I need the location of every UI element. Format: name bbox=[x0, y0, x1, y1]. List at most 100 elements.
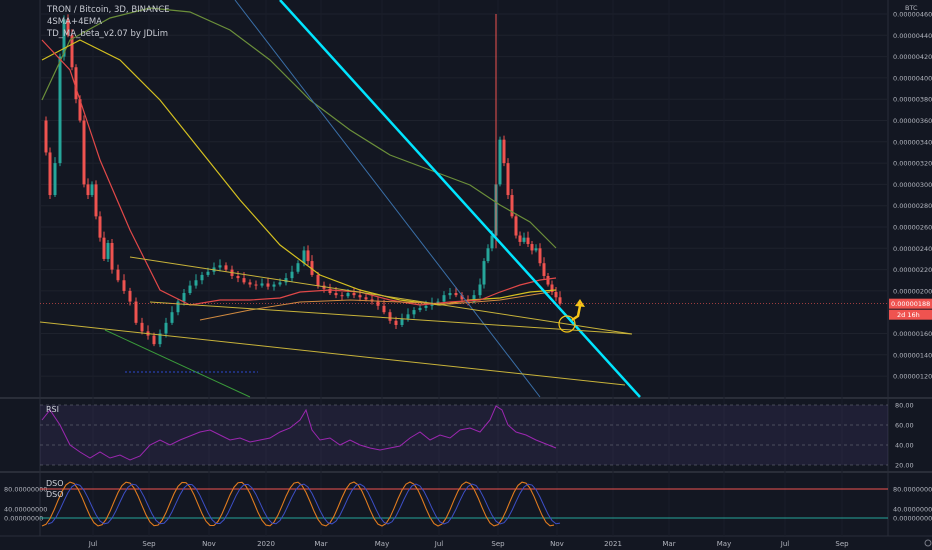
price-tick-label: 0.00000240 bbox=[893, 245, 932, 253]
candle-body bbox=[478, 284, 482, 296]
dso-left-level-label: 40.00000000 bbox=[4, 506, 47, 514]
candle-body bbox=[346, 293, 350, 297]
candle-body bbox=[538, 248, 542, 264]
candle-body bbox=[442, 295, 446, 302]
dso-right-level-label: 40.00000000 bbox=[893, 506, 932, 514]
candle-body bbox=[248, 282, 252, 285]
candle-body bbox=[448, 293, 452, 296]
candle-body bbox=[502, 139, 506, 164]
price-tick-label: 0.00000140 bbox=[893, 351, 932, 359]
candle-body bbox=[242, 278, 246, 283]
support-line-green bbox=[104, 329, 251, 398]
candle-body bbox=[260, 283, 264, 286]
candle-body bbox=[116, 269, 120, 281]
rsi-level-label: 60.00 bbox=[895, 422, 914, 430]
candle-body bbox=[94, 184, 98, 217]
rsi-level-label: 80.00 bbox=[895, 402, 914, 410]
rsi-level-label: 20.00 bbox=[895, 462, 914, 470]
price-tick-label: 0.00000160 bbox=[893, 330, 932, 338]
indicator-label-sma-ema[interactable]: 4SMA+4EMA bbox=[47, 17, 102, 27]
candle-body bbox=[102, 237, 106, 259]
time-tick-label: Sep bbox=[142, 540, 156, 548]
candle-body bbox=[340, 295, 344, 297]
candle-body bbox=[44, 120, 48, 153]
candle-body bbox=[534, 248, 538, 251]
dso-label-2[interactable]: DSO bbox=[46, 490, 64, 499]
candle-body bbox=[530, 244, 534, 251]
channel-line-lower bbox=[39, 321, 626, 386]
candle-body bbox=[486, 248, 490, 262]
time-tick-label: Sep bbox=[835, 540, 849, 548]
trendline-cyan bbox=[279, 0, 641, 398]
candle-body bbox=[266, 283, 270, 287]
candle-body bbox=[53, 163, 57, 196]
candle-body bbox=[82, 120, 86, 185]
dso-right-level-label: 0.00000000 bbox=[893, 515, 932, 523]
candle-body bbox=[302, 250, 306, 264]
candle-body bbox=[490, 235, 494, 249]
candle-body bbox=[358, 295, 362, 298]
price-tick-label: 0.00000440 bbox=[893, 32, 932, 40]
price-tick-label: 0.00000400 bbox=[893, 74, 932, 82]
candle-body bbox=[224, 265, 228, 270]
candle-body bbox=[406, 314, 410, 319]
candle-body bbox=[284, 278, 288, 283]
candle-body bbox=[542, 263, 546, 276]
candle-body bbox=[58, 56, 62, 164]
candle-body bbox=[316, 274, 320, 286]
ma-line-green bbox=[41, 7, 557, 249]
candle-body bbox=[134, 301, 138, 323]
price-tick-label: 0.00000300 bbox=[893, 181, 932, 189]
price-tick-label: 0.00000260 bbox=[893, 224, 932, 232]
candle-body bbox=[506, 163, 510, 196]
candle-body bbox=[394, 320, 398, 325]
dso-label-1[interactable]: DSO bbox=[46, 479, 64, 488]
rsi-level-label: 40.00 bbox=[895, 442, 914, 450]
candle-body bbox=[48, 152, 52, 196]
candle-body bbox=[200, 274, 204, 281]
candle-body bbox=[526, 237, 530, 245]
candle-body bbox=[176, 301, 180, 313]
time-tick-label: 2020 bbox=[257, 540, 275, 548]
candle-body bbox=[424, 305, 428, 308]
gear-icon bbox=[924, 539, 932, 547]
time-tick-label: Mar bbox=[662, 540, 675, 548]
candle-body bbox=[290, 271, 294, 279]
candle-body bbox=[218, 265, 222, 268]
candle-body bbox=[388, 312, 392, 321]
price-tick-label: 0.00000340 bbox=[893, 138, 932, 146]
candle-body bbox=[418, 307, 422, 311]
symbol-title[interactable]: TRON / Bitcoin, 3D, BINANCE bbox=[47, 5, 170, 15]
price-tick-label: 0.00000360 bbox=[893, 117, 932, 125]
candle-body bbox=[188, 285, 192, 294]
price-unit-label: BTC bbox=[905, 4, 918, 12]
candle-body bbox=[554, 291, 558, 298]
price-tick-label: 0.00000200 bbox=[893, 287, 932, 295]
candle-body bbox=[164, 322, 168, 334]
chart-canvas[interactable]: 0.000004600.000004400.000004200.00000400… bbox=[0, 0, 932, 550]
candle-body bbox=[128, 290, 132, 302]
candle-body bbox=[382, 305, 386, 313]
time-tick-label: Nov bbox=[550, 540, 564, 548]
rsi-label[interactable]: RSI bbox=[46, 405, 59, 414]
candle-body bbox=[206, 271, 210, 275]
candle-body bbox=[364, 297, 368, 300]
candle-body bbox=[482, 261, 486, 285]
countdown-value: 2d 16h bbox=[897, 311, 920, 319]
candle-body bbox=[140, 322, 144, 332]
time-tick-label: Jul bbox=[88, 540, 98, 548]
trendline-blue bbox=[234, 0, 541, 398]
candle-body bbox=[98, 216, 102, 238]
price-tick-label: 0.00000420 bbox=[893, 53, 932, 61]
price-tick-label: 0.00000220 bbox=[893, 266, 932, 274]
candle-body bbox=[110, 242, 114, 270]
candle-body bbox=[498, 139, 502, 185]
indicator-label-td-ma[interactable]: TD_MA_beta_v2.07 by JDLim bbox=[47, 29, 168, 39]
candle-body bbox=[296, 263, 300, 272]
candle-body bbox=[182, 293, 186, 302]
candle-body bbox=[334, 293, 338, 296]
candle-body bbox=[400, 318, 404, 325]
time-tick-label: Jul bbox=[780, 540, 790, 548]
candle-body bbox=[152, 335, 156, 345]
price-tick-label: 0.00000120 bbox=[893, 373, 932, 381]
